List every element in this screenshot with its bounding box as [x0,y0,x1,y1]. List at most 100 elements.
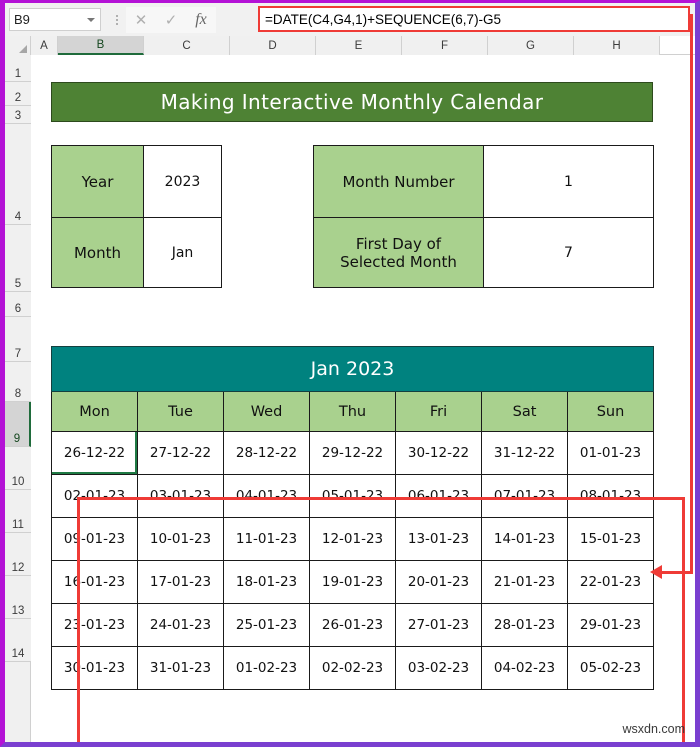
calendar-day-cell[interactable]: 02-01-23 [51,474,138,518]
select-all-corner[interactable] [5,36,31,55]
row-header-5[interactable]: 5 [5,225,31,292]
calendar-day-cell[interactable]: 30-01-23 [51,646,138,690]
calendar-day-cell[interactable]: 11-01-23 [223,517,310,561]
calendar-day-cell[interactable]: 03-01-23 [137,474,224,518]
column-header-h[interactable]: H [574,36,660,55]
name-box-value: B9 [14,12,30,27]
calendar-week-row: 16-01-23 17-01-23 18-01-23 19-01-23 20-01-23… [51,560,654,604]
formula-input[interactable]: =DATE(C4,G4,1)+SEQUENCE(6,7)-G5 [258,6,690,32]
calendar-day-cell[interactable]: 19-01-23 [309,560,396,604]
calendar-day-cell[interactable]: 27-12-22 [137,431,224,475]
month-number-label: Month Number [313,145,484,218]
calendar-day-cell[interactable]: 30-12-22 [395,431,482,475]
calendar-day-cell[interactable]: 03-02-23 [395,646,482,690]
weekday-header-mon: Mon [51,391,138,432]
calendar-week-row: 30-01-23 31-01-23 01-02-23 02-02-23 03-02-23… [51,646,654,690]
row-header-7[interactable]: 7 [5,317,31,362]
table-row: Month Number 1 [313,145,654,218]
row-header-11[interactable]: 11 [5,490,31,533]
calendar-day-cell[interactable]: 26-01-23 [309,603,396,647]
year-value[interactable]: 2023 [143,145,222,218]
calendar-day-cell[interactable]: 04-01-23 [223,474,310,518]
row-header-14[interactable]: 14 [5,619,31,662]
column-header-d[interactable]: D [230,36,316,55]
calendar-day-cell[interactable]: 06-01-23 [395,474,482,518]
watermark: wsxdn.com [622,722,685,736]
calendar-day-cell[interactable]: 12-01-23 [309,517,396,561]
calendar-day-cell[interactable]: 01-01-23 [567,431,654,475]
row-header-10[interactable]: 10 [5,447,31,490]
calendar-day-cell[interactable]: 08-01-23 [567,474,654,518]
calendar-day-cell[interactable]: 31-12-22 [481,431,568,475]
calendar-day-cell[interactable]: 02-02-23 [309,646,396,690]
column-header-g[interactable]: G [488,36,574,55]
calendar-day-cell[interactable]: 23-01-23 [51,603,138,647]
calendar-day-cell[interactable]: 14-01-23 [481,517,568,561]
calendar-day-cell[interactable]: 25-01-23 [223,603,310,647]
first-day-value[interactable]: 7 [483,217,654,288]
calendar-day-cell[interactable]: 07-01-23 [481,474,568,518]
calendar-day-cell[interactable]: 09-01-23 [51,517,138,561]
worksheet-grid[interactable]: Making Interactive Monthly Calendar Year… [32,55,695,742]
row-headers: 1 2 3 4 5 6 7 8 9 10 11 12 13 14 [5,55,31,742]
calendar-day-cell[interactable]: 27-01-23 [395,603,482,647]
calendar-day-cell[interactable]: 29-01-23 [567,603,654,647]
annotation-connector-vertical [690,14,693,574]
first-day-label-line1: First Day of [355,234,442,253]
row-header-12[interactable]: 12 [5,533,31,576]
calendar-week-row: 26-12-22 27-12-22 28-12-22 29-12-22 30-12-22… [51,431,654,475]
row-header-8[interactable]: 8 [5,362,31,402]
close-icon[interactable]: ✕ [126,6,156,33]
calendar-week-row: 09-01-23 10-01-23 11-01-23 12-01-23 13-01-23… [51,517,654,561]
calendar-week-row: 23-01-23 24-01-23 25-01-23 26-01-23 27-01-23… [51,603,654,647]
column-header-e[interactable]: E [316,36,402,55]
calendar-day-cell[interactable]: 10-01-23 [137,517,224,561]
drag-handle-icon[interactable] [108,8,126,32]
calendar-day-cell[interactable]: 13-01-23 [395,517,482,561]
calendar-day-cell[interactable]: 31-01-23 [137,646,224,690]
calendar-day-cell[interactable]: 05-02-23 [567,646,654,690]
calendar-header: Jan 2023 [51,346,654,392]
calendar-day-cell[interactable]: 28-12-22 [223,431,310,475]
calendar-day-cell[interactable]: 26-12-22 [51,431,138,475]
weekday-header-thu: Thu [309,391,396,432]
row-header-13[interactable]: 13 [5,576,31,619]
table-row: First Day of Selected Month 7 [313,217,654,288]
weekday-header-sun: Sun [567,391,654,432]
row-header-4[interactable]: 4 [5,124,31,225]
column-header-f[interactable]: F [402,36,488,55]
calendar-day-cell[interactable]: 01-02-23 [223,646,310,690]
row-header-9[interactable]: 9 [5,402,31,447]
calendar-day-cell[interactable]: 16-01-23 [51,560,138,604]
month-value[interactable]: Jan [143,217,222,288]
calendar-day-cell[interactable]: 22-01-23 [567,560,654,604]
fx-icon[interactable]: fx [186,6,216,33]
calendar-weekday-row: Mon Tue Wed Thu Fri Sat Sun [51,391,654,432]
month-number-value[interactable]: 1 [483,145,654,218]
row-header-3[interactable]: 3 [5,106,31,124]
calendar-day-cell[interactable]: 29-12-22 [309,431,396,475]
first-day-label: First Day of Selected Month [313,217,484,288]
calendar-day-cell[interactable]: 18-01-23 [223,560,310,604]
calendar-day-cell[interactable]: 21-01-23 [481,560,568,604]
calendar-day-cell[interactable]: 20-01-23 [395,560,482,604]
calendar-day-cell[interactable]: 28-01-23 [481,603,568,647]
calendar-day-cell[interactable]: 17-01-23 [137,560,224,604]
row-header-6[interactable]: 6 [5,292,31,317]
calendar-day-cell[interactable]: 05-01-23 [309,474,396,518]
column-header-a[interactable]: A [31,36,58,55]
row-header-1[interactable]: 1 [5,55,31,82]
page-title: Making Interactive Monthly Calendar [160,90,544,114]
chevron-down-icon[interactable] [87,18,95,22]
row-header-2[interactable]: 2 [5,82,31,106]
column-header-c[interactable]: C [144,36,230,55]
calendar-day-cell[interactable]: 24-01-23 [137,603,224,647]
column-header-b[interactable]: B [58,36,144,55]
calendar-day-cell[interactable]: 15-01-23 [567,517,654,561]
weekday-header-wed: Wed [223,391,310,432]
check-icon[interactable]: ✓ [156,6,186,33]
calendar-day-cell[interactable]: 04-02-23 [481,646,568,690]
column-headers: ABCDEFGH [5,36,695,55]
name-box[interactable]: B9 [9,8,101,31]
table-row: Year 2023 [51,145,222,218]
